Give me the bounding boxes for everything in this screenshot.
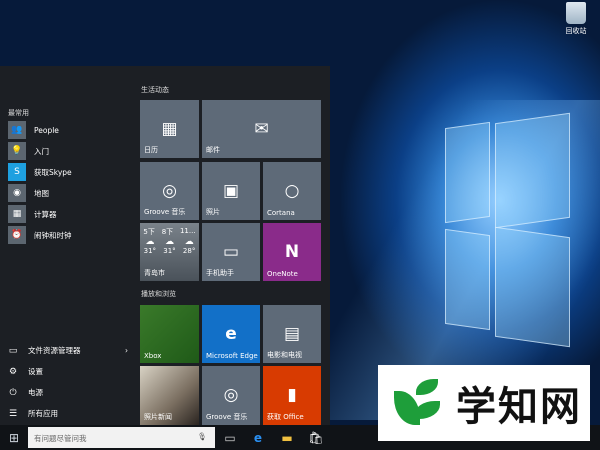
tile-label: Cortana xyxy=(267,209,295,217)
tile-label: 照片新闻 xyxy=(144,413,172,421)
tile-mail[interactable]: ✉ 邮件 xyxy=(202,100,321,158)
system-item[interactable]: ⏻ 电源 xyxy=(8,387,128,398)
item-label: 计算器 xyxy=(34,209,57,219)
task-view-icon[interactable]: ▭ xyxy=(222,430,238,446)
file-explorer-taskbar-icon[interactable]: ▬ xyxy=(279,430,295,446)
tile-label: 日历 xyxy=(144,146,158,154)
movies-icon: ▤ xyxy=(283,323,301,344)
phone-companion-icon: ▭ xyxy=(222,241,240,262)
watermark: 学知网 xyxy=(378,365,590,441)
cortana-icon: ○ xyxy=(284,180,300,201)
tile-photos[interactable]: ▣ 照片 xyxy=(202,162,260,220)
calendar-icon: ▦ xyxy=(161,118,178,139)
power-icon: ⏻ xyxy=(9,387,17,398)
tile-label: 获取 Office xyxy=(267,413,304,421)
chevron-right-icon[interactable]: › xyxy=(125,346,128,355)
tile-weather[interactable]: 5下 8下 11... ☁ ☁ ☁ 31° 31° 28° 青岛市 xyxy=(140,223,199,281)
office-icon: ▮ xyxy=(287,384,297,405)
item-label: 电源 xyxy=(28,388,43,397)
microphone-icon[interactable]: 🎙 xyxy=(197,432,207,441)
calculator-icon: ▦ xyxy=(8,205,26,223)
item-label: 所有应用 xyxy=(28,409,58,418)
most-used-item[interactable]: 👥 People xyxy=(8,121,59,139)
item-label: 设置 xyxy=(28,367,43,376)
group-heading-play: 播放和浏览 xyxy=(141,290,176,298)
most-used-item[interactable]: ▦ 计算器 xyxy=(8,205,57,223)
item-label: 入门 xyxy=(34,146,49,156)
forecast-day: 11... xyxy=(179,227,196,235)
tile-xbox[interactable]: Xbox xyxy=(140,305,199,363)
forecast-temp: 31° xyxy=(143,247,157,255)
photos-icon: ▣ xyxy=(222,180,240,201)
tile-label: Groove 音乐 xyxy=(206,413,248,421)
start-menu: 最常用 👥 People 💡 入门 S 获取Skype ◉ 地图 ▦ 计算器 ⏰ 闹钟和时钟 ▭ 文件资… xyxy=(0,66,330,425)
most-used-item[interactable]: 💡 入门 xyxy=(8,142,49,160)
cloud-icons: ☁ ☁ ☁ xyxy=(145,237,194,247)
lightbulb-icon: 💡 xyxy=(8,142,26,160)
item-label: 闹钟和时钟 xyxy=(34,230,72,240)
list-icon: ☰ xyxy=(8,408,18,419)
item-label: 获取Skype xyxy=(34,167,72,177)
system-item[interactable]: ▭ 文件资源管理器 › xyxy=(8,345,128,356)
tile-label: Microsoft Edge xyxy=(206,352,258,360)
onenote-icon: N xyxy=(284,241,300,262)
wallpaper-pane xyxy=(445,228,490,331)
recycle-bin-label: 回收站 xyxy=(565,27,587,35)
search-placeholder: 有问题尽管问我 xyxy=(34,434,87,443)
wallpaper-pane xyxy=(445,121,490,224)
item-label: 文件资源管理器 xyxy=(28,346,81,355)
gear-icon: ⚙ xyxy=(8,366,18,377)
file-explorer-icon: ▭ xyxy=(8,345,18,356)
edge-icon: e xyxy=(225,323,237,344)
tile-label: 邮件 xyxy=(206,146,220,154)
tile-edge[interactable]: e Microsoft Edge xyxy=(202,305,260,363)
wallpaper-pane xyxy=(495,112,570,229)
item-label: People xyxy=(34,125,59,135)
tile-label: Groove 音乐 xyxy=(144,208,186,216)
maps-icon: ◉ xyxy=(8,184,26,202)
most-used-item[interactable]: ◉ 地图 xyxy=(8,184,49,202)
tile-movies[interactable]: ▤ 电影和电视 xyxy=(263,305,321,363)
forecast-temp: 31° xyxy=(163,247,176,255)
start-button[interactable]: ⊞ xyxy=(6,430,22,446)
search-box[interactable]: 有问题尽管问我 🎙 xyxy=(28,427,215,448)
skype-icon: S xyxy=(8,163,26,181)
recycle-bin-icon xyxy=(566,2,586,24)
system-item[interactable]: ☰ 所有应用 xyxy=(8,408,128,419)
tile-onenote[interactable]: N OneNote xyxy=(263,223,321,281)
tile-news[interactable]: 照片新闻 xyxy=(140,366,199,425)
forecast-temp: 28° xyxy=(182,247,196,255)
most-used-item[interactable]: S 获取Skype xyxy=(8,163,72,181)
tile-label: 手机助手 xyxy=(206,269,234,277)
tile-label: 电影和电视 xyxy=(267,351,302,359)
groove-icon: ◎ xyxy=(162,180,177,201)
alarm-icon: ⏰ xyxy=(8,226,26,244)
tile-phone[interactable]: ▭ 手机助手 xyxy=(202,223,260,281)
system-item[interactable]: ⚙ 设置 xyxy=(8,366,128,377)
tile-label: OneNote xyxy=(267,270,298,278)
most-used-heading: 最常用 xyxy=(8,109,29,117)
tile-label: Xbox xyxy=(144,352,162,360)
mail-icon: ✉ xyxy=(254,118,269,139)
tile-groove-2[interactable]: ◎ Groove 音乐 xyxy=(202,366,260,425)
forecast-day: 5下 xyxy=(143,228,155,236)
group-heading-life: 生活动态 xyxy=(141,86,169,94)
edge-taskbar-icon[interactable]: e xyxy=(250,430,266,446)
groove-icon: ◎ xyxy=(223,384,239,405)
store-icon[interactable]: 🛍 xyxy=(308,430,324,446)
tile-calendar[interactable]: ▦ 日历 xyxy=(140,100,199,158)
most-used-item[interactable]: ⏰ 闹钟和时钟 xyxy=(8,226,72,244)
tile-groove[interactable]: ◎ Groove 音乐 xyxy=(140,162,199,220)
recycle-bin[interactable]: 回收站 xyxy=(556,2,596,36)
leaf-logo-icon xyxy=(388,373,448,433)
tile-office[interactable]: ▮ 获取 Office xyxy=(263,366,321,425)
tile-label: 青岛市 xyxy=(144,269,165,277)
tile-label: 照片 xyxy=(206,208,220,216)
wallpaper-pane xyxy=(495,226,570,348)
forecast-day: 8下 xyxy=(161,228,174,236)
people-icon: 👥 xyxy=(8,121,26,139)
tile-cortana[interactable]: ○ Cortana xyxy=(263,162,321,220)
watermark-text: 学知网 xyxy=(456,384,582,430)
item-label: 地图 xyxy=(34,188,49,198)
